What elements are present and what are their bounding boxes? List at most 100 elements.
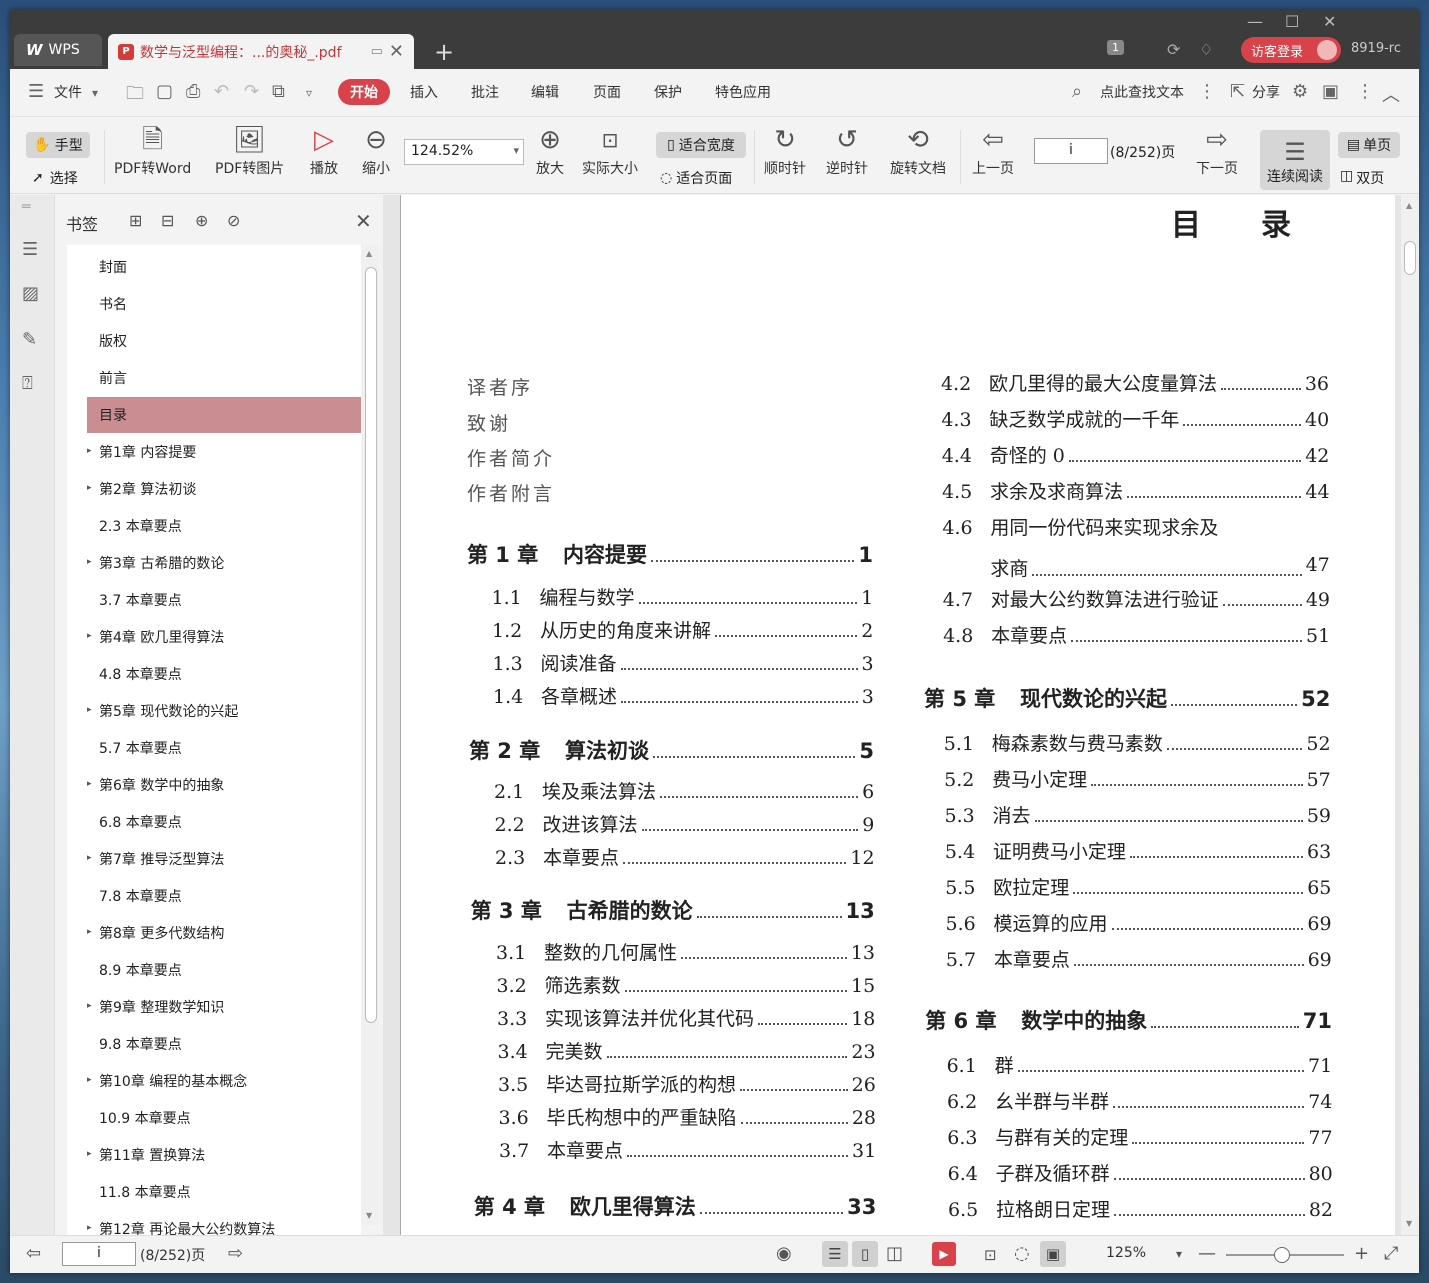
zoom-in-button[interactable]: ⊕ 放大 (536, 122, 564, 178)
share-icon[interactable]: ⇱ (1230, 81, 1245, 102)
print-icon[interactable]: ⎙ (186, 81, 200, 102)
monitor-icon[interactable]: ▭ (371, 44, 383, 59)
close-tab-icon[interactable]: ✕ (389, 41, 404, 62)
bookmark-item[interactable]: 书名 (87, 286, 361, 322)
search-icon[interactable]: ⌕ (1072, 81, 1082, 102)
thumbnail-icon[interactable]: ▨ (22, 283, 39, 304)
toc-chapter[interactable]: 第 3 章古希腊的数论 13 (471, 895, 875, 925)
find-text-button[interactable]: 点此查找文本 (1100, 82, 1184, 102)
scroll-down-icon[interactable]: ▼ (366, 1211, 372, 1220)
toc-section[interactable]: 4.7 对最大公约数算法进行验证 49 (943, 585, 1330, 612)
slideshow-icon[interactable]: ▶ (932, 1242, 956, 1266)
rotate-clockwise-button[interactable]: ↻ 顺时针 (764, 122, 806, 178)
toc-section[interactable]: 1.3 阅读准备 3 (493, 649, 874, 676)
toc-section[interactable]: 4.8 本章要点 51 (943, 621, 1330, 648)
zoom-out-button[interactable]: ⊖ 缩小 (362, 122, 390, 178)
double-page-button[interactable]: ◫ 双页 (1340, 168, 1384, 188)
scroll-up-icon[interactable]: ▲ (1406, 201, 1412, 210)
toc-section[interactable]: 2.1 埃及乘法算法 6 (494, 777, 874, 804)
toc-section[interactable]: 4.4 奇怪的 0 42 (942, 441, 1330, 468)
toc-section[interactable]: 3.1 整数的几何属性 13 (496, 938, 875, 965)
message-icon[interactable]: ▣ (1322, 81, 1339, 102)
expand-arrow-icon[interactable]: ▸ (87, 853, 92, 863)
toc-section[interactable]: 3.5 毕达哥拉斯学派的构想 26 (498, 1070, 876, 1097)
toc-section[interactable]: 5.3 消去 59 (945, 801, 1332, 828)
toc-section[interactable]: 3.3 实现该算法并优化其代码 18 (497, 1004, 875, 1031)
document-scroll-thumb[interactable] (1404, 241, 1416, 275)
expand-arrow-icon[interactable]: ▸ (87, 779, 92, 789)
bookmark-item[interactable]: 4.8 本章要点 (87, 656, 361, 692)
toc-chapter[interactable]: 第 1 章内容提要 1 (467, 539, 873, 569)
tab-special[interactable]: 特色应用 (715, 82, 771, 102)
bookmark-item[interactable]: ▸ 第5章 现代数论的兴起 (87, 693, 361, 729)
continuous-view-icon[interactable]: ☰ (822, 1241, 848, 1267)
toc-section[interactable]: 3.4 完美数 23 (498, 1037, 876, 1064)
zoom-dropdown-icon[interactable]: ▾ (1176, 1247, 1182, 1261)
bookmark-item[interactable]: ▸ 第8章 更多代数结构 (87, 915, 361, 951)
toc-section[interactable]: 6.4 子群及循环群 80 (948, 1159, 1333, 1186)
expand-arrow-icon[interactable]: ▸ (87, 483, 92, 493)
more-options-icon[interactable]: ⋮ (1356, 81, 1374, 102)
hamburger-icon[interactable]: ☰ (28, 81, 44, 102)
bookmark-item[interactable]: 7.8 本章要点 (87, 878, 361, 914)
toc-section[interactable]: 6.3 与群有关的定理 77 (947, 1123, 1332, 1150)
scroll-up-icon[interactable]: ▲ (366, 249, 372, 258)
gear-icon[interactable]: ⚙ (1292, 81, 1308, 102)
window-close-icon[interactable]: ✕ (1323, 12, 1336, 31)
play-button[interactable]: ▷ 播放 (310, 122, 338, 178)
bookmark-item[interactable]: 目录 (87, 397, 361, 433)
tab-edit[interactable]: 编辑 (531, 82, 559, 102)
expand-arrow-icon[interactable]: ▸ (87, 1001, 92, 1011)
expand-arrow-icon[interactable]: ▸ (87, 1223, 92, 1233)
fit-page-button[interactable]: ◌ 适合页面 (660, 168, 732, 188)
redo-icon[interactable]: ↷ (244, 81, 259, 102)
bookmark-item[interactable]: 前言 (87, 360, 361, 396)
tab-protect[interactable]: 保护 (654, 82, 682, 102)
chevron-down-icon[interactable]: ▾ (92, 86, 98, 100)
toc-section[interactable]: 3.6 毕氏构想中的严重缺陷 28 (499, 1103, 877, 1130)
tab-start[interactable]: 开始 (338, 79, 390, 105)
toc-section[interactable]: 4.5 求余及求商算法 44 (942, 477, 1330, 504)
document-tab[interactable]: P 数学与泛型编程：...的奥秘_.pdf ▭ ✕ (108, 34, 414, 69)
select-tool-button[interactable]: ➚ 选择 (32, 168, 78, 188)
zoom-out-icon[interactable]: — (1198, 1243, 1216, 1264)
tab-insert[interactable]: 插入 (410, 82, 438, 102)
bookmark-icon[interactable]: ⊘ (227, 211, 240, 230)
signature-icon[interactable]: ⍰ (22, 373, 33, 394)
bookmark-item[interactable]: ▸ 第3章 古希腊的数论 (87, 545, 361, 581)
bookmark-item[interactable]: ▸ 第7章 推导泛型算法 (87, 841, 361, 877)
toc-section[interactable]: 1.4 各章概述 3 (493, 682, 874, 709)
expand-arrow-icon[interactable]: ▸ (87, 705, 92, 715)
window-count-badge[interactable]: 1 (1107, 40, 1124, 55)
undo-icon[interactable]: ↶ (214, 81, 229, 102)
minimize-icon[interactable]: — (1247, 12, 1263, 31)
open-folder-icon[interactable]: 🗀 (126, 81, 144, 111)
collapse-ribbon-icon[interactable]: ︿ (1382, 81, 1400, 107)
toc-section[interactable]: 5.5 欧拉定理 65 (945, 873, 1331, 900)
document-scrollbar[interactable]: ▲ ▼ (1401, 195, 1419, 1235)
prev-page-icon[interactable]: ⇦ (26, 1243, 41, 1264)
pdf-to-image-button[interactable]: 🖼 PDF转图片 (215, 122, 284, 178)
expand-arrow-icon[interactable]: ▸ (87, 446, 92, 456)
toc-section[interactable]: 4.6 用同一份代码来实现求余及 求商 47 (942, 513, 1329, 581)
actual-size-button[interactable]: ⊡ 实际大小 (582, 122, 638, 178)
bookmark-item[interactable]: 封面 (87, 249, 361, 285)
more-dropdown-icon[interactable]: ▿ (306, 86, 312, 100)
prev-page-button[interactable]: ⇦ 上一页 (972, 122, 1014, 178)
toc-section[interactable]: 6.2 幺半群与半群 74 (947, 1087, 1332, 1114)
pdf-to-word-button[interactable]: 🗎 PDF转Word (114, 122, 191, 178)
more-vertical-icon[interactable]: ⋮ (1198, 81, 1216, 102)
close-panel-icon[interactable]: ✕ (355, 209, 372, 233)
fit-width-button[interactable]: ▯ 适合宽度 (656, 132, 746, 158)
continuous-read-button[interactable]: ☰ 连续阅读 (1260, 130, 1330, 190)
hand-tool-button[interactable]: ✋ 手型 (26, 132, 90, 158)
bookmark-item[interactable]: ▸ 第2章 算法初谈 (87, 471, 361, 507)
bookmark-item[interactable]: 5.7 本章要点 (87, 730, 361, 766)
toc-section[interactable]: 5.4 证明费马小定理 63 (945, 837, 1331, 864)
expand-arrow-icon[interactable]: ▸ (87, 631, 92, 641)
tab-annotate[interactable]: 批注 (471, 82, 499, 102)
eye-icon[interactable]: ◉ (776, 1243, 792, 1264)
toc-chapter[interactable]: 第 2 章算法初谈 5 (469, 735, 874, 765)
file-menu[interactable]: 文件 (54, 82, 82, 102)
bookmark-item[interactable]: ▸ 第1章 内容提要 (87, 434, 361, 470)
